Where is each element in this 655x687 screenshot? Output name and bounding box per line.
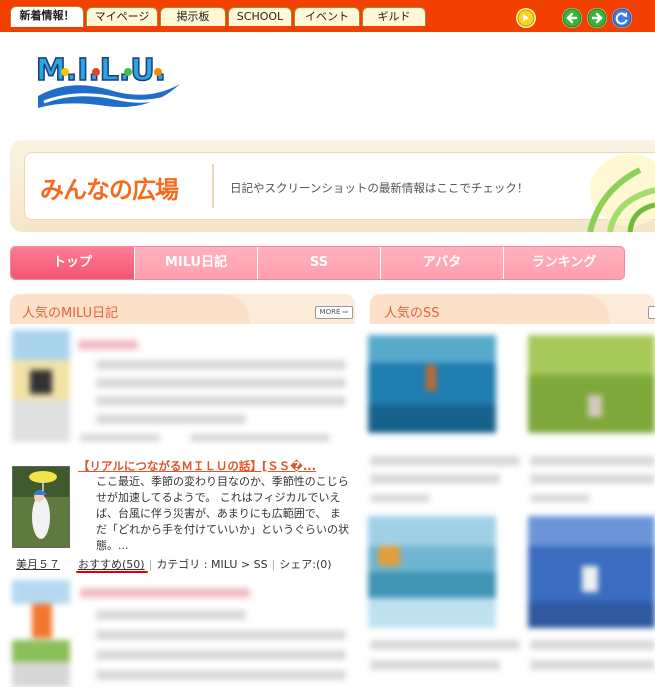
refresh-icon[interactable] [612, 8, 632, 28]
tab-news[interactable]: 新着情報！ [10, 6, 84, 27]
milu-logo[interactable]: M.I.L.U. [30, 48, 190, 121]
nav-ss[interactable]: SS [258, 247, 381, 279]
diary-snippet-line [96, 360, 346, 370]
diary-thumbnail-2[interactable] [12, 466, 70, 548]
tab-bbs[interactable]: 掲示板 [160, 7, 226, 26]
diary-snippet-line [96, 396, 346, 406]
leaf-decoration [587, 154, 655, 232]
diary-title-1[interactable] [78, 340, 138, 350]
diary-snippet-line: せが加速してるようで。 これはフィジカルでいえ [96, 491, 341, 504]
diary-snippet-line [96, 630, 346, 640]
ss-thumbnail-4[interactable] [528, 516, 655, 628]
diary-meta-1 [80, 434, 160, 442]
diary-title-3[interactable] [80, 588, 250, 598]
diary-category: カテゴリ : MILU > SS [156, 558, 268, 571]
diary-title-2[interactable]: 【リアルにつながるＭＩＬＵの話】[ＳＳ�... [78, 458, 316, 474]
forward-arrow-icon[interactable] [587, 8, 607, 28]
ss-caption [370, 494, 430, 502]
share-count: シェア:(0) [279, 558, 332, 571]
tab-school[interactable]: SCHOOL [228, 7, 292, 26]
diary-meta-1 [190, 434, 330, 442]
back-arrow-icon[interactable] [562, 8, 582, 28]
banner-divider [212, 164, 214, 208]
recommend-count[interactable]: おすすめ(50) [78, 558, 145, 571]
ss-thumbnail-3[interactable] [368, 516, 496, 628]
ss-caption [370, 660, 500, 670]
ss-caption [370, 640, 520, 650]
ss-caption [530, 640, 655, 650]
diary-snippet-line: ここ最近、季節の変わり目なのか、季節性のこじら [96, 475, 349, 488]
nav-avatar[interactable]: アバタ [381, 247, 504, 279]
ss-caption [530, 474, 655, 484]
ss-caption [530, 660, 655, 670]
diary-snippet-line [96, 378, 346, 388]
tab-event[interactable]: イベント [294, 7, 360, 26]
ss-caption [370, 474, 500, 484]
diary-meta-2: おすすめ(50) | カテゴリ : MILU > SS | シェア:(0) [78, 558, 332, 571]
tab-guild[interactable]: ギルド [362, 7, 426, 26]
ss-thumbnail-2[interactable] [528, 335, 655, 433]
diary-snippet-line [96, 414, 246, 424]
diary-snippet-line: だ「どれから手を付けていいか」というぐらいの状 [96, 523, 349, 536]
logo-text: M.I.L.U. [36, 53, 166, 88]
nav-milu-diary[interactable]: MILU日記 [135, 247, 258, 279]
diary-snippet-line [96, 670, 346, 680]
recommend-highlight-underline [76, 571, 148, 573]
diary-snippet-line: 態。... [96, 539, 129, 552]
diary-section-title: 人気のMILU日記 [22, 306, 119, 321]
ss-caption [530, 456, 655, 466]
ss-more-button[interactable] [648, 306, 655, 319]
nav-ranking[interactable]: ランキング [504, 247, 624, 279]
diary-snippet-2: ここ最近、季節の変わり目なのか、季節性のこじら せが加速してるようで。 これはフ… [96, 474, 350, 554]
main-nav: トップ MILU日記 SS アバタ ランキング [10, 246, 625, 280]
nav-top[interactable]: トップ [11, 247, 135, 279]
more-button[interactable]: MORE ⇨ [315, 306, 353, 319]
diary-snippet-line: ば、台風に伴う災害が、あまりにも広範囲で、 ま [96, 507, 341, 520]
diary-thumbnail-3[interactable] [12, 580, 70, 687]
ss-caption [370, 456, 520, 466]
ss-thumbnail-1[interactable] [368, 335, 496, 433]
diary-thumbnail-1[interactable] [12, 330, 70, 442]
diary-snippet-line [96, 610, 246, 620]
diary-snippet-line [96, 650, 346, 660]
diary-author[interactable]: 美月５７ [16, 556, 60, 572]
more-button-label: MORE [319, 308, 341, 316]
banner-title: みんなの広場 [40, 176, 179, 204]
arrow-sticker-icon[interactable] [516, 8, 536, 28]
banner-subtitle: 日記やスクリーンショットの最新情報はここでチェック！ [230, 181, 529, 195]
ss-section-title: 人気のSS [384, 306, 440, 321]
tab-mypage[interactable]: マイページ [86, 7, 158, 26]
ss-caption [530, 494, 590, 502]
